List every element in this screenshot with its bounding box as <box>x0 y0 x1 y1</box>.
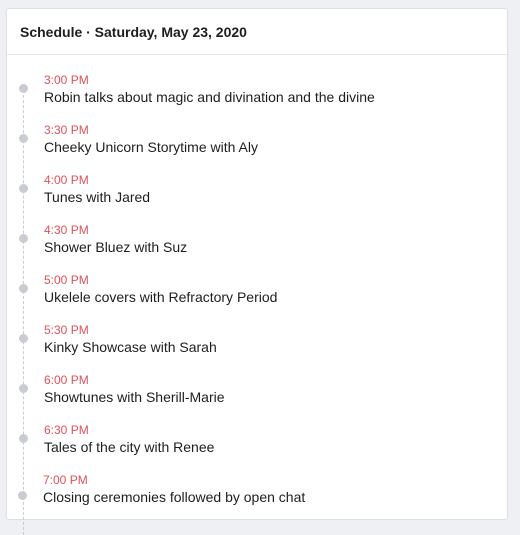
schedule-title: Schedule · Saturday, May 23, 2020 <box>20 23 247 40</box>
event-title: Tunes with Jared <box>44 189 151 205</box>
schedule-event: 3:00 PM Robin talks about magic and divi… <box>7 71 507 121</box>
timeline-dot-icon <box>19 234 28 243</box>
schedule-card: Schedule · Saturday, May 23, 2020 3:00 P… <box>6 8 508 535</box>
event-time: 4:00 PM <box>44 173 89 187</box>
schedule-event: 4:00 PM Tunes with Jared <box>7 171 507 221</box>
event-title: Showtunes with Sherill-Marie <box>44 389 225 405</box>
schedule-header: Schedule · Saturday, May 23, 2020 <box>7 9 507 55</box>
event-time: 7:00 PM <box>43 473 88 487</box>
event-title: Closing ceremonies followed by open chat <box>43 489 306 505</box>
event-time: 4:30 PM <box>44 223 89 237</box>
event-time: 3:00 PM <box>44 73 89 87</box>
event-time: 6:30 PM <box>44 423 89 437</box>
timeline-dot-icon <box>19 184 28 193</box>
event-title: Tales of the city with Renee <box>44 439 215 455</box>
schedule-event: 6:00 PM Showtunes with Sherill-Marie <box>7 371 507 421</box>
event-title: Shower Bluez with Suz <box>44 239 188 255</box>
timeline-dot-icon <box>19 434 28 443</box>
timeline-dot-icon <box>19 384 28 393</box>
event-time: 3:30 PM <box>44 123 89 137</box>
schedule-event: 3:30 PM Cheeky Unicorn Storytime with Al… <box>7 121 507 171</box>
timeline-dot-icon <box>18 491 27 500</box>
timeline-dot-icon <box>19 284 28 293</box>
event-title: Kinky Showcase with Sarah <box>44 339 217 355</box>
schedule-event: 5:30 PM Kinky Showcase with Sarah <box>7 321 507 371</box>
schedule-event: 6:30 PM Tales of the city with Renee <box>7 421 507 471</box>
event-time: 5:30 PM <box>44 323 89 337</box>
event-title: Cheeky Unicorn Storytime with Aly <box>44 139 258 155</box>
event-title: Ukelele covers with Refractory Period <box>44 289 278 305</box>
event-title: Robin talks about magic and divination a… <box>44 89 375 105</box>
timeline-dot-icon <box>19 84 28 93</box>
schedule-event: 5:00 PM Ukelele covers with Refractory P… <box>7 271 507 321</box>
timeline-dot-icon <box>19 334 28 343</box>
timeline-dot-icon <box>19 134 28 143</box>
event-time: 6:00 PM <box>44 373 89 387</box>
schedule-event: 4:30 PM Shower Bluez with Suz <box>7 221 507 271</box>
schedule-timeline: 3:00 PM Robin talks about magic and divi… <box>7 55 507 535</box>
event-time: 5:00 PM <box>44 273 89 287</box>
schedule-event: 7:00 PM Closing ceremonies followed by o… <box>7 471 507 521</box>
